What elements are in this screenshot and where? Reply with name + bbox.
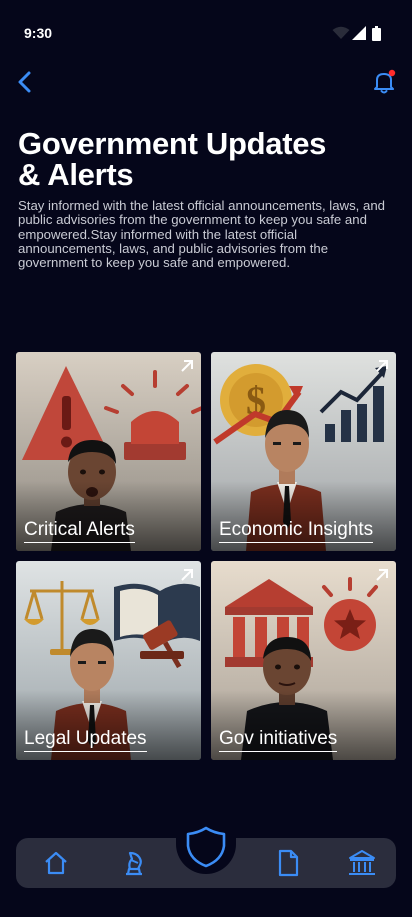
tile-label: Legal Updates [24,728,147,752]
status-bar: 9:30 [0,0,412,64]
notification-badge [388,69,396,77]
signal-icon [352,26,366,40]
page-title-line1: Government Updates [18,126,327,161]
tile-label: Gov initiatives [219,728,338,752]
nav-home[interactable] [40,847,72,879]
document-icon [278,849,299,877]
arrow-up-right-icon [376,360,388,372]
arrow-up-right-icon [181,360,193,372]
arrow-up-right-icon [181,569,193,581]
back-button[interactable] [12,68,40,96]
tile-critical-alerts[interactable]: Critical Alerts [16,352,201,551]
nav-strategy[interactable] [118,847,150,879]
bell-icon [374,69,396,94]
tile-economic-insights[interactable]: $ Economic Insights [211,352,396,551]
page-title-line2: & Alerts [18,157,134,192]
shield-icon [186,826,226,868]
government-building-icon [349,850,375,875]
nav-shield[interactable] [184,824,228,870]
chess-knight-icon [126,851,142,876]
nav-documents[interactable] [272,847,304,879]
status-time: 9:30 [24,25,53,41]
notification-button[interactable] [370,68,398,96]
tile-gov-initiatives[interactable]: Gov initiatives [211,561,396,760]
nav-government[interactable] [346,847,378,879]
wifi-icon [332,26,350,39]
arrow-up-right-icon [376,569,388,581]
tile-label: Critical Alerts [24,519,135,543]
page-description: Stay informed with the latest official a… [18,198,386,271]
chevron-left-icon [18,71,31,93]
battery-icon [372,26,381,41]
tile-legal-updates[interactable]: Legal Updates [16,561,201,760]
tile-label: Economic Insights [219,519,374,543]
status-icons [332,26,388,42]
home-icon [45,851,67,875]
page-title: Government Updates & Alerts [18,128,398,190]
